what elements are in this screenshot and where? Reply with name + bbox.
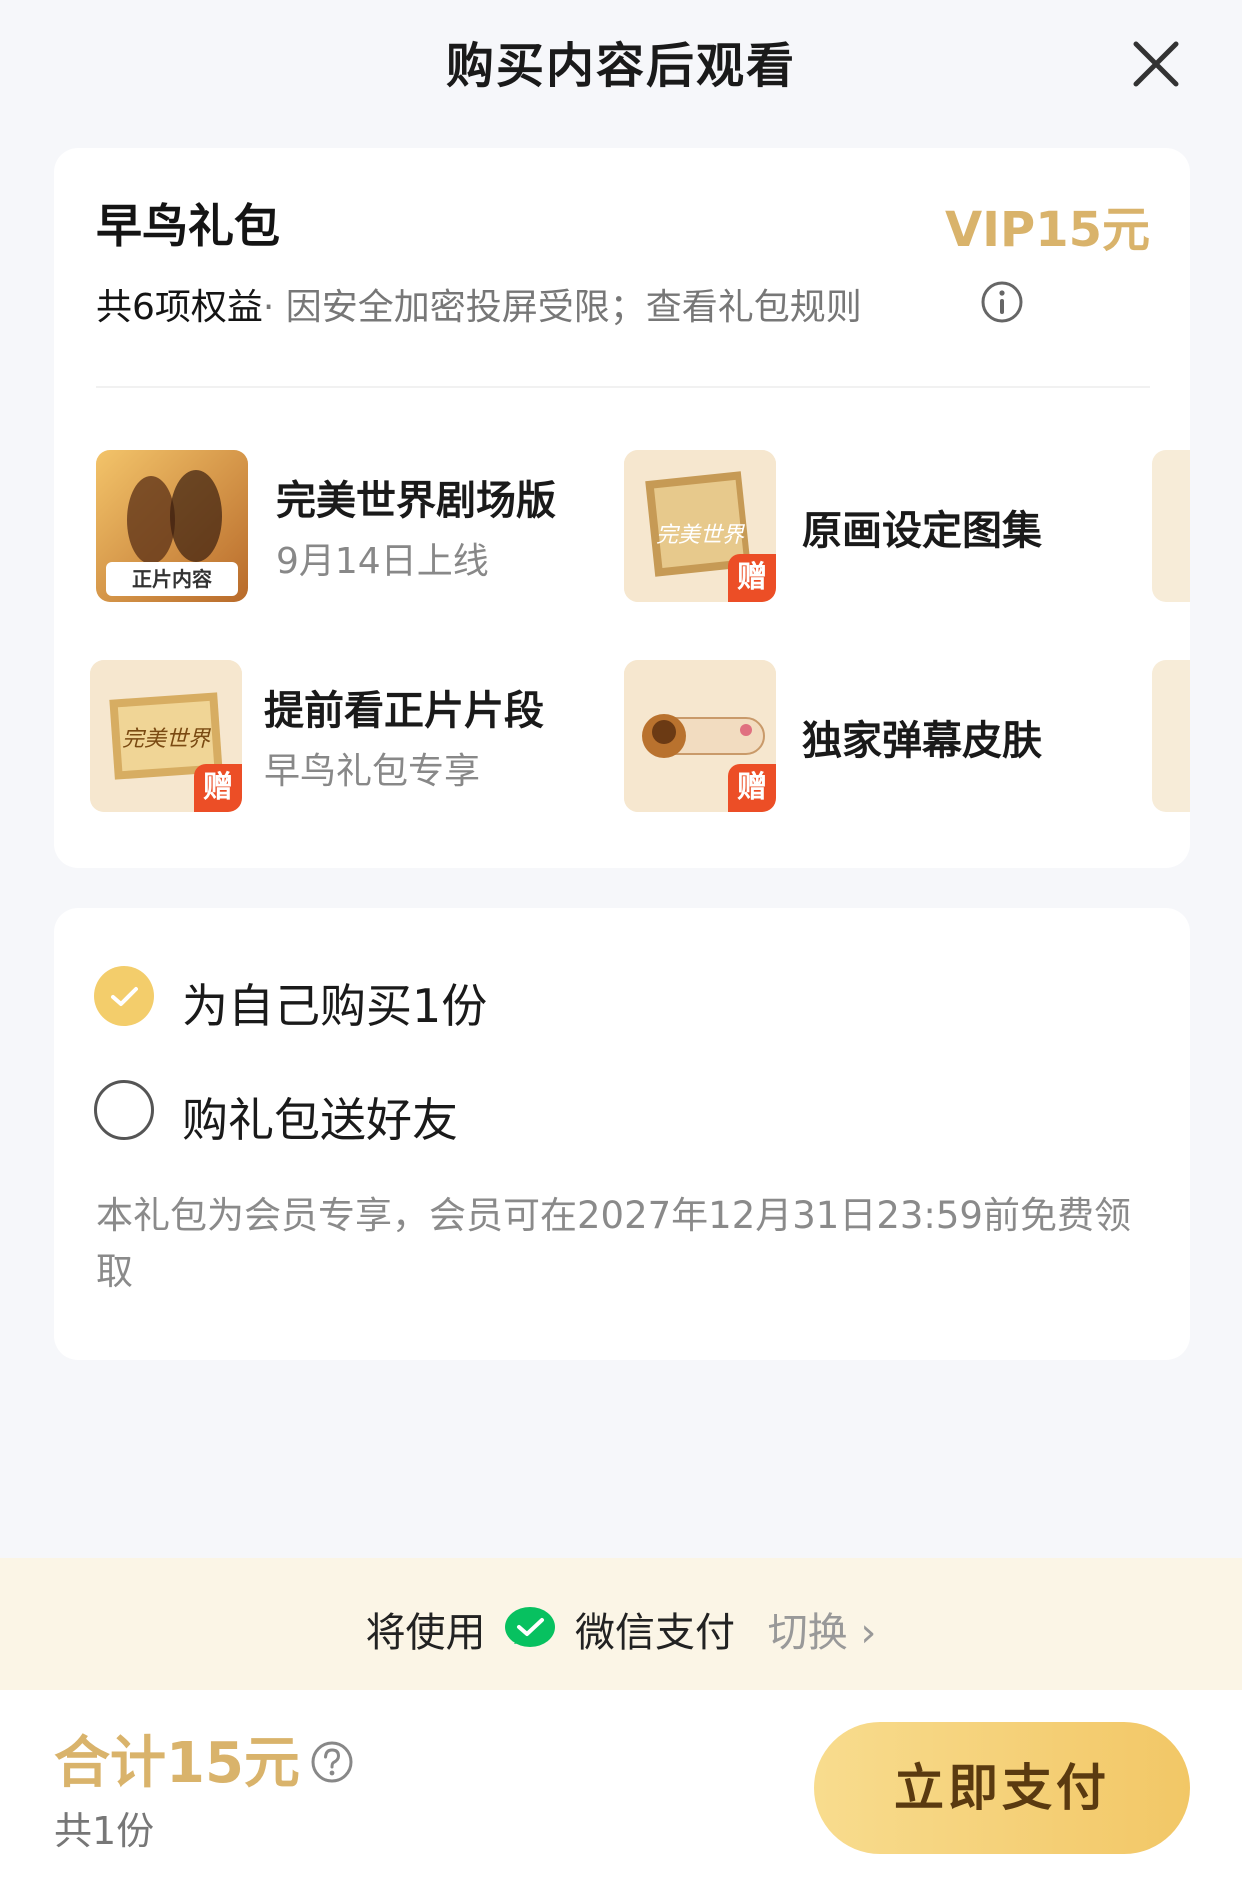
radio-checked-icon [94,966,154,1026]
benefit-count: 共6项权益 [96,287,263,328]
benefit-thumbnail: 正片内容 [96,450,248,602]
feature-badge: 正片内容 [132,567,212,591]
benefit-item-partial[interactable] [1152,450,1190,602]
benefit-item-feature[interactable]: 正片内容 完美世界剧场版 9月14日上线 [96,450,576,602]
payment-method-bar: 将使用 微信支付 切换 › [0,1558,1242,1690]
pay-now-button[interactable]: 立即支付 [814,1722,1190,1854]
gift-pack-card: 早鸟礼包 VIP15元 共6项权益· 因安全加密投屏受限；查看礼包规则 正片内容 [54,148,1190,868]
checkout-bar: 合计15元 共1份 立即支付 [0,1690,1242,1879]
gift-badge: 赠 [194,764,242,812]
gift-badge: 赠 [728,554,776,602]
benefit-item-artbook[interactable]: 完美世界 赠 原画设定图集 [624,450,1104,602]
benefit-item-partial[interactable] [1152,660,1190,812]
benefit-thumbnail: 赠 [624,660,776,812]
sheet-title: 购买内容后观看 [445,38,796,94]
switch-payment-link[interactable]: 切换 › [768,1610,877,1656]
benefit-item-preview-clip[interactable]: 完美世界 赠 提前看正片片段 早鸟礼包专享 [90,660,570,812]
wechat-pay-icon [505,1607,556,1647]
close-button[interactable] [1128,36,1184,92]
purchase-options-card: 为自己购买1份 购礼包送好友 本礼包为会员专享，会员可在2027年12月31日2… [54,908,1190,1360]
divider [96,386,1150,388]
benefit-title: 独家弹幕皮肤 [802,718,1042,764]
pack-title: 早鸟礼包 [96,199,280,253]
clip-logo-text: 完美世界 [122,727,212,752]
benefit-thumbnail: 完美世界 赠 [624,450,776,602]
option-buy-for-self[interactable]: 为自己购买1份 [94,966,694,1033]
close-icon [1133,41,1179,87]
pack-price: VIP15元 [945,202,1150,258]
benefit-item-danmaku-skin[interactable]: 赠 独家弹幕皮肤 [624,660,1104,812]
radio-unchecked-icon [94,1080,154,1140]
pack-subtitle[interactable]: 共6项权益· 因安全加密投屏受限；查看礼包规则 [96,278,862,330]
option-label: 购礼包送好友 [182,1093,458,1147]
payment-method: 微信支付 [575,1610,735,1656]
gift-badge: 赠 [728,764,776,812]
info-icon[interactable] [980,280,1024,324]
benefit-title: 完美世界剧场版 [276,478,556,524]
benefit-title: 提前看正片片段 [264,688,544,734]
pack-rules-text[interactable]: · 因安全加密投屏受限；查看礼包规则 [263,287,862,328]
artbook-logo-text: 完美世界 [656,523,746,548]
benefit-subtitle: 早鸟礼包专享 [264,751,481,792]
question-icon[interactable] [310,1740,354,1784]
copies-count: 共1份 [54,1809,155,1853]
option-gift-to-friend[interactable]: 购礼包送好友 [94,1080,694,1147]
sheet-header: 购买内容后观看 [0,0,1242,120]
option-label: 为自己购买1份 [182,979,488,1033]
benefit-subtitle: 9月14日上线 [276,541,489,582]
total-price: 合计15元 [54,1731,300,1796]
benefit-thumbnail: 完美世界 赠 [90,660,242,812]
member-note: 本礼包为会员专享，会员可在2027年12月31日23:59前免费领取 [96,1194,1131,1293]
payment-prefix: 将使用 [365,1610,486,1656]
benefit-title: 原画设定图集 [802,508,1042,554]
